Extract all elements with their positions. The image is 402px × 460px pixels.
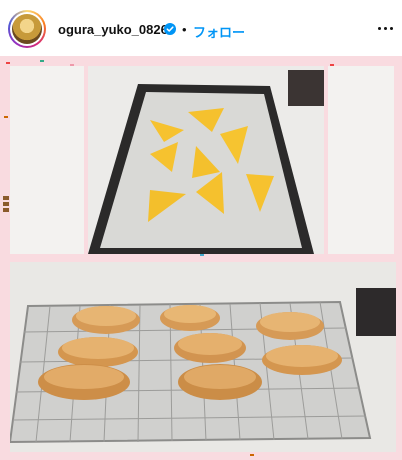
photo-scones-on-cooling-rack — [10, 262, 396, 452]
more-options-icon[interactable] — [375, 19, 395, 37]
photo-background-left — [10, 66, 84, 254]
photo-background-right — [328, 66, 394, 254]
confetti — [40, 60, 44, 62]
follow-button[interactable]: フォロー — [193, 22, 245, 41]
confetti — [200, 254, 204, 256]
baking-tray-illustration — [88, 66, 324, 254]
confetti — [3, 196, 9, 200]
verified-badge-icon — [164, 23, 176, 35]
cooling-rack-illustration — [10, 262, 396, 452]
confetti — [3, 202, 9, 206]
confetti — [4, 116, 8, 118]
confetti — [6, 62, 10, 64]
post-header: ogura_yuko_0826 • フォロー — [0, 0, 402, 56]
avatar-image — [12, 14, 42, 44]
photo-scones-on-tray — [88, 66, 324, 254]
username[interactable]: ogura_yuko_0826 — [58, 22, 168, 37]
avatar[interactable] — [8, 10, 46, 48]
separator-dot: • — [182, 22, 187, 37]
confetti — [3, 208, 9, 212]
post-image[interactable] — [0, 56, 402, 460]
confetti — [250, 454, 254, 456]
